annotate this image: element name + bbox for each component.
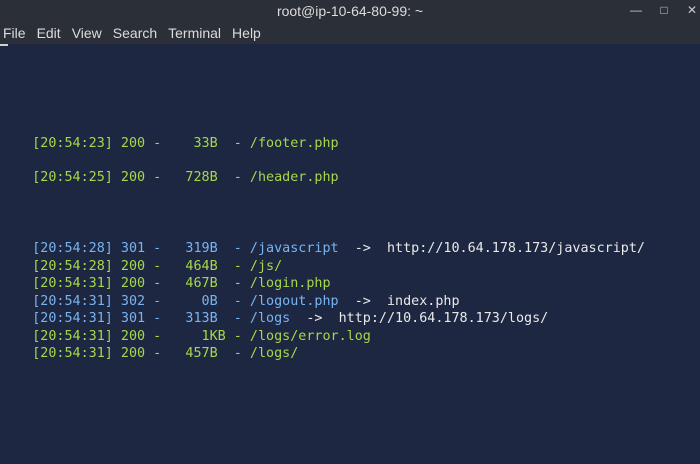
menu-edit[interactable]: Edit [33, 25, 68, 41]
redirect-target: http://10.64.178.173/javascript/ [386, 240, 645, 256]
log-line: [20:54:28] 200 - 464B - /js/ [0, 240, 282, 274]
close-icon[interactable]: ✕ [684, 2, 700, 18]
text-cursor [0, 44, 8, 50]
window-titlebar[interactable]: root@ip-10-64-80-99: ~ — □ ✕ [0, 0, 700, 21]
minimize-icon[interactable]: — [628, 2, 644, 18]
menu-help[interactable]: Help [228, 25, 268, 41]
window-title: root@ip-10-64-80-99: ~ [276, 2, 424, 19]
menu-bar: File Edit View Search Terminal Help [0, 21, 700, 44]
log-line-prefix: [20:54:31] 200 - 457B - /logs/ [32, 345, 299, 361]
menu-file[interactable]: File [0, 25, 33, 41]
log-line: [20:54:31] 200 - 1KB - /logs/error.log [0, 310, 371, 344]
redirect-arrow: -> [338, 240, 387, 256]
log-line-prefix: [20:54:25] 200 - 728B - /header.php [32, 169, 339, 185]
log-line: [20:54:31] 200 - 467B - /login.php [0, 257, 330, 291]
menu-terminal[interactable]: Terminal [164, 25, 228, 41]
log-line: [20:54:31] 302 - 0B - /logout.php -> ind… [0, 275, 459, 309]
log-line: [20:54:31] 301 - 313B - /logs -> http://… [0, 292, 548, 326]
menu-view[interactable]: View [68, 25, 109, 41]
terminal-output[interactable]: [20:54:23] 200 - 33B - /footer.php [20:5… [0, 44, 700, 464]
log-line: [20:54:31] 200 - 457B - /logs/ [0, 327, 298, 361]
log-line: [20:54:23] 200 - 33B - /footer.php [0, 117, 338, 151]
log-line: [20:54:28] 301 - 319B - /javascript -> h… [0, 222, 645, 256]
log-line: [20:54:25] 200 - 728B - /header.php [0, 151, 338, 185]
log-line-prefix: [20:54:23] 200 - 33B - /footer.php [32, 135, 339, 151]
maximize-icon[interactable]: □ [656, 2, 672, 18]
menu-search[interactable]: Search [109, 25, 164, 41]
